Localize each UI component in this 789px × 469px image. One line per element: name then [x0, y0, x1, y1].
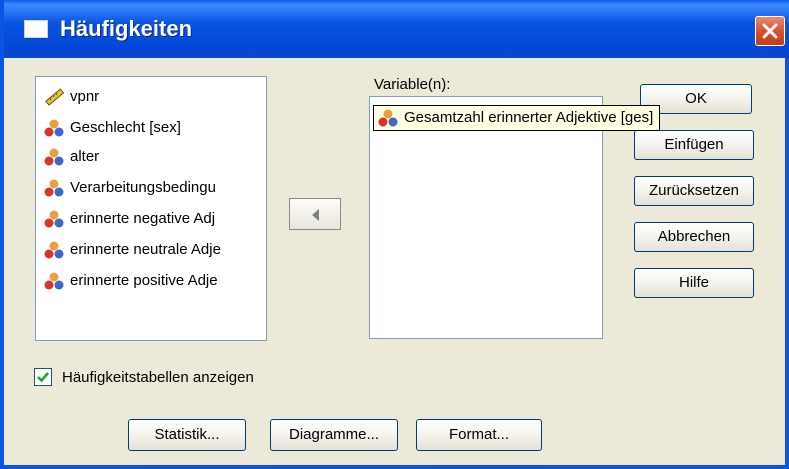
- source-variable-list[interactable]: vpnr Geschlecht [sex] alter Verarbeitung…: [35, 76, 267, 341]
- target-variable-list[interactable]: [369, 96, 603, 339]
- statistics-button[interactable]: Statistik...: [128, 419, 246, 451]
- close-icon: [762, 23, 778, 39]
- checkmark-icon: [37, 372, 49, 383]
- tooltip-text: Gesamtzahl erinnerter Adjektive [ges]: [404, 109, 654, 126]
- frequency-tables-checkbox[interactable]: [34, 368, 52, 386]
- nominal-variable-icon: [44, 272, 64, 290]
- nominal-variable-icon: [44, 210, 64, 228]
- paste-button[interactable]: Einfügen: [634, 130, 754, 160]
- move-variable-button[interactable]: [289, 198, 341, 230]
- list-item-label: erinnerte positive Adje: [70, 272, 218, 289]
- target-list-label: Variable(n):: [374, 76, 451, 93]
- nominal-variable-icon: [44, 119, 64, 137]
- window-icon: [24, 20, 48, 38]
- list-item-label: alter: [70, 148, 100, 165]
- variable-tooltip: Gesamtzahl erinnerter Adjektive [ges]: [373, 105, 661, 131]
- window-title: Häufigkeiten: [60, 16, 193, 41]
- dialog-window: Häufigkeiten vpnr Geschlecht [sex] alter…: [0, 0, 789, 469]
- list-item-label: Geschlecht [sex]: [70, 119, 181, 136]
- close-button[interactable]: [755, 16, 785, 46]
- list-item-label: erinnerte neutrale Adje: [70, 241, 221, 258]
- list-item-label: Verarbeitungsbedingu: [70, 179, 216, 196]
- cancel-button[interactable]: Abbrechen: [634, 222, 754, 252]
- reset-button[interactable]: Zurücksetzen: [634, 176, 754, 206]
- nominal-variable-icon: [378, 109, 398, 127]
- arrow-left-icon: [312, 209, 319, 221]
- charts-button[interactable]: Diagramme...: [270, 419, 398, 451]
- title-bar[interactable]: Häufigkeiten: [4, 0, 789, 58]
- help-button[interactable]: Hilfe: [634, 268, 754, 298]
- nominal-variable-icon: [44, 148, 64, 166]
- nominal-variable-icon: [44, 179, 64, 197]
- list-item-label: erinnerte negative Adj: [70, 210, 216, 227]
- format-button[interactable]: Format...: [416, 419, 542, 451]
- ruler-icon: [45, 88, 64, 106]
- list-item-label: vpnr: [70, 88, 100, 105]
- frequency-tables-label[interactable]: Häufigkeitstabellen anzeigen: [62, 369, 254, 387]
- nominal-variable-icon: [44, 241, 64, 259]
